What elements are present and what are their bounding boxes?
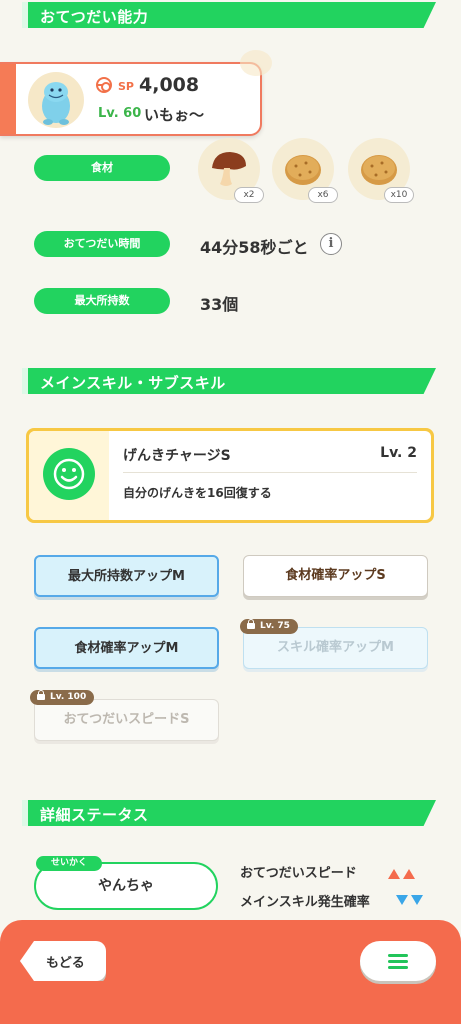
ingredient-qty: x10 — [384, 187, 414, 203]
lock-icon — [37, 690, 45, 700]
pokemon-nickname: いもぉ〜 — [144, 106, 205, 124]
main-skill-level: Lv. 2 — [380, 445, 417, 461]
unlock-level: Lv. 100 — [50, 692, 87, 702]
main-skill-name: げんきチャージS — [123, 448, 231, 464]
sub-skill-button[interactable]: 食材確率アップS — [243, 555, 428, 597]
ingredient-qty: x6 — [308, 187, 338, 203]
down-arrows-icon — [396, 895, 423, 905]
lock-icon — [247, 619, 255, 629]
nature-up-stat: おてつだいスピード — [240, 866, 357, 881]
ingredient-mushroom[interactable]: x2 — [198, 138, 264, 203]
lock-badge: Lv. 75 — [240, 619, 298, 634]
ingredient-potato[interactable]: x10 — [348, 138, 414, 203]
sp-value: 4,008 — [139, 74, 200, 96]
menu-icon — [388, 954, 408, 957]
sub-skill-button[interactable]: 食材確率アップM — [34, 627, 219, 669]
max-carry-value: 33個 — [200, 295, 239, 314]
ingredients-label: 食材 — [34, 155, 170, 181]
ingredient-qty: x2 — [234, 187, 264, 203]
help-time-value: 44分58秒ごと — [200, 238, 309, 257]
section-header-helping: おてつだい能力 — [0, 2, 436, 28]
sub-skill-button-locked[interactable]: おてつだいスピードS — [34, 699, 219, 741]
pokemon-level: Lv. 60 — [98, 106, 142, 121]
pokemon-avatar — [28, 72, 84, 128]
section-header-details: 詳細ステータス — [0, 800, 436, 826]
section-header-skills: メインスキル・サブスキル — [0, 368, 436, 394]
menu-button[interactable] — [360, 941, 436, 981]
ingredient-potato[interactable]: x6 — [272, 138, 338, 203]
sp-icon — [96, 77, 112, 93]
divider — [123, 472, 417, 473]
help-time-label: おてつだい時間 — [34, 231, 170, 257]
nature-tag: せいかく — [36, 856, 102, 871]
up-arrows-icon — [388, 869, 415, 879]
back-button-label[interactable]: もどる — [46, 952, 85, 971]
section-title: メインスキル・サブスキル — [40, 374, 226, 392]
main-skill-card[interactable]: げんきチャージS Lv. 2 自分のげんきを16回復する — [26, 428, 434, 523]
unlock-level: Lv. 75 — [260, 621, 290, 631]
max-carry-label: 最大所持数 — [34, 288, 170, 314]
main-skill-description: 自分のげんきを16回復する — [123, 486, 272, 500]
sub-skill-button[interactable]: 最大所持数アップM — [34, 555, 219, 597]
section-title: 詳細ステータス — [40, 806, 149, 824]
section-title: おてつだい能力 — [40, 8, 149, 26]
sp-label: SP — [118, 80, 134, 93]
info-icon[interactable]: i — [320, 233, 342, 255]
smile-icon — [43, 448, 95, 500]
pokemon-card[interactable]: SP 4,008 Lv. 60 いもぉ〜 — [0, 50, 272, 136]
lock-badge: Lv. 100 — [30, 690, 95, 705]
nature-down-stat: メインスキル発生確率 — [240, 895, 370, 910]
